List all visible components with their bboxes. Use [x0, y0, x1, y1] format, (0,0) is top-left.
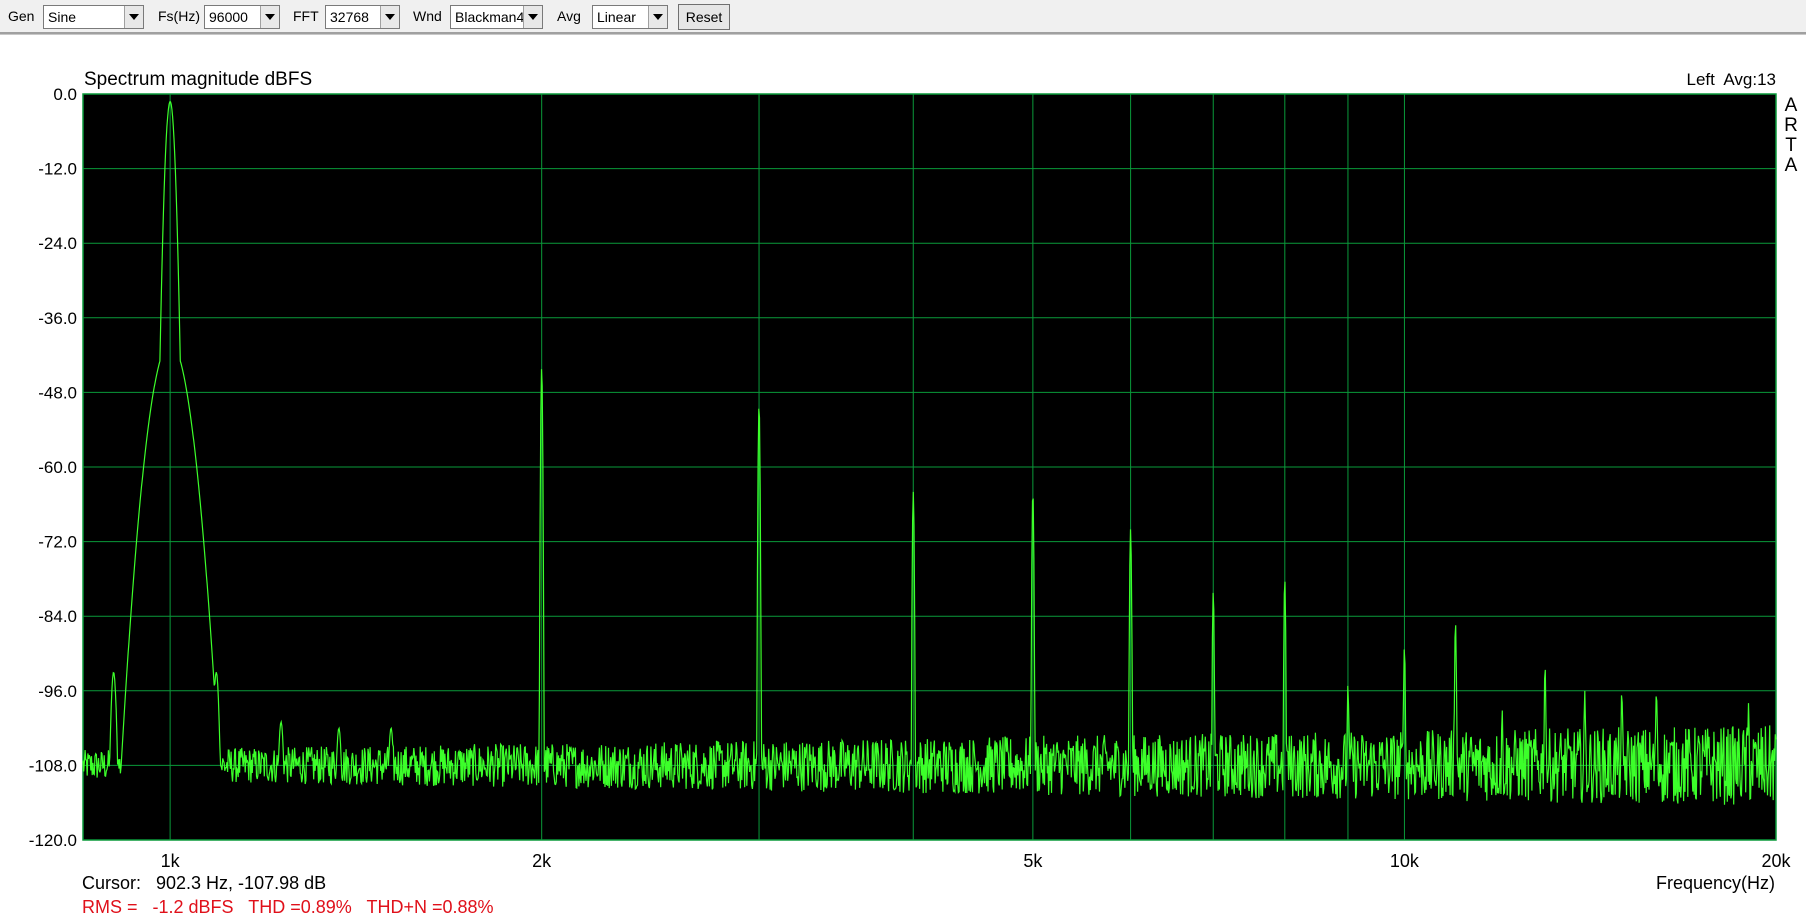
- channel-avg-info: Left Avg:13: [1687, 70, 1776, 89]
- x-axis-label: Frequency(Hz): [1656, 873, 1775, 893]
- y-tick-label: -84.0: [38, 607, 77, 626]
- x-axis-ticks: 1k 2k 5k 10k 20k: [161, 851, 1792, 871]
- y-tick-label: 0.0: [53, 85, 77, 104]
- plot-title: Spectrum magnitude dBFS: [84, 69, 312, 90]
- y-tick-label: -48.0: [38, 383, 77, 402]
- x-tick-label: 20k: [1761, 851, 1791, 871]
- watermark-letter: T: [1785, 135, 1797, 156]
- spectrum-plot[interactable]: Spectrum magnitude dBFS Left Avg:13 0.0 -…: [0, 0, 1806, 920]
- y-tick-label: -72.0: [38, 533, 77, 552]
- y-tick-label: -96.0: [38, 682, 77, 701]
- y-tick-label: -108.0: [29, 756, 77, 775]
- cursor-readout: Cursor: 902.3 Hz, -107.98 dB: [82, 873, 326, 893]
- x-tick-label: 1k: [161, 851, 181, 871]
- watermark-letter: A: [1785, 95, 1798, 116]
- watermark-letter: R: [1784, 115, 1798, 136]
- y-tick-label: -36.0: [38, 309, 77, 328]
- y-tick-label: -60.0: [38, 458, 77, 477]
- y-tick-label: -24.0: [38, 234, 77, 253]
- y-tick-label: -120.0: [29, 831, 77, 850]
- x-tick-label: 5k: [1023, 851, 1043, 871]
- y-axis-ticks: 0.0 -12.0 -24.0 -36.0 -48.0 -60.0 -72.0 -84.0 -9…: [29, 85, 77, 850]
- arta-watermark: ARTA: [1784, 95, 1798, 176]
- watermark-letter: A: [1785, 155, 1798, 176]
- x-tick-label: 2k: [532, 851, 552, 871]
- y-tick-label: -12.0: [38, 160, 77, 179]
- measurement-stats: RMS = -1.2 dBFS THD =0.89% THD+N =0.88%: [82, 897, 494, 917]
- x-tick-label: 10k: [1390, 851, 1420, 871]
